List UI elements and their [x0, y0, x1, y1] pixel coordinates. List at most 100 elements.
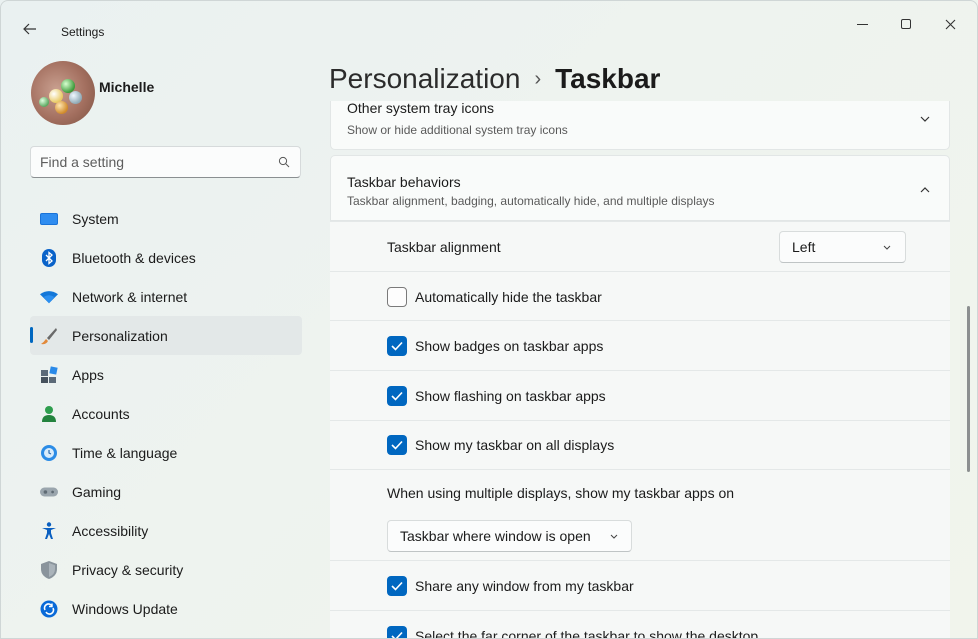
user-name: Michelle: [99, 79, 155, 95]
sidebar-item-network[interactable]: Network & internet: [30, 277, 302, 316]
sidebar-nav: System Bluetooth & devices Network & int…: [30, 199, 302, 628]
breadcrumb-parent[interactable]: Personalization: [329, 63, 520, 95]
sidebar-item-apps[interactable]: Apps: [30, 355, 302, 394]
update-icon: [40, 600, 58, 618]
all-displays-row: Show my taskbar on all displays: [330, 420, 950, 469]
checkmark-icon: [391, 341, 403, 351]
chevron-down-icon[interactable]: [919, 113, 931, 125]
setting-label: Taskbar alignment: [387, 239, 501, 255]
badges-row: Show badges on taskbar apps: [330, 320, 950, 370]
page-title: Taskbar: [555, 63, 661, 94]
section-subtitle: Taskbar alignment, badging, automaticall…: [347, 194, 715, 208]
sidebar-item-privacy[interactable]: Privacy & security: [30, 550, 302, 589]
section-title: Other system tray icons: [347, 101, 495, 116]
taskbar-behaviors-section[interactable]: Taskbar behaviors Taskbar alignment, bad…: [330, 155, 950, 221]
close-icon: [945, 19, 955, 29]
marble-decoration: [39, 97, 49, 107]
chevron-down-icon: [610, 534, 618, 539]
maximize-icon: [901, 19, 911, 29]
minimize-button[interactable]: [844, 11, 880, 37]
far-corner-checkbox[interactable]: [387, 626, 407, 638]
maximize-button[interactable]: [888, 11, 924, 37]
setting-label: When using multiple displays, show my ta…: [387, 485, 735, 501]
sidebar-item-label: Privacy & security: [72, 561, 184, 578]
gamepad-icon: [40, 483, 58, 501]
title-bar: Settings: [1, 1, 977, 49]
breadcrumb: Personalization › Taskbar: [329, 63, 660, 95]
sidebar-item-label: Time & language: [72, 444, 178, 461]
chevron-down-icon: [883, 245, 891, 250]
section-subtitle: Show or hide additional system tray icon…: [347, 123, 568, 137]
search-input[interactable]: [40, 147, 270, 177]
dropdown-value: Taskbar where window is open: [400, 528, 591, 544]
setting-label: Show badges on taskbar apps: [415, 338, 604, 354]
share-window-checkbox[interactable]: [387, 576, 407, 596]
checkmark-icon: [391, 631, 403, 638]
close-button[interactable]: [932, 11, 968, 37]
flashing-checkbox[interactable]: [387, 386, 407, 406]
sidebar-item-accounts[interactable]: Accounts: [30, 394, 302, 433]
setting-label: Show flashing on taskbar apps: [415, 388, 606, 404]
setting-label: Share any window from my taskbar: [415, 578, 634, 594]
shield-icon: [40, 561, 58, 579]
bluetooth-icon: [40, 249, 58, 267]
sidebar-item-system[interactable]: System: [30, 199, 302, 238]
section-title: Taskbar behaviors: [347, 174, 461, 190]
multi-display-row: When using multiple displays, show my ta…: [330, 469, 950, 560]
sidebar-item-gaming[interactable]: Gaming: [30, 472, 302, 511]
dropdown-value: Left: [792, 239, 816, 255]
back-arrow-icon: [23, 23, 36, 35]
setting-label: Show my taskbar on all displays: [415, 437, 615, 453]
sidebar-item-bluetooth[interactable]: Bluetooth & devices: [30, 238, 302, 277]
badges-checkbox[interactable]: [387, 336, 407, 356]
share-window-row: Share any window from my taskbar: [330, 560, 950, 610]
auto-hide-row: Automatically hide the taskbar: [330, 271, 950, 320]
multi-display-dropdown[interactable]: Taskbar where window is open: [387, 520, 632, 552]
sidebar-item-label: Gaming: [72, 483, 122, 500]
sidebar-item-label: Accounts: [72, 405, 130, 422]
checkmark-icon: [391, 581, 403, 591]
scrollbar[interactable]: [967, 306, 970, 472]
sidebar-item-label: Bluetooth & devices: [72, 249, 196, 266]
sidebar-item-personalization[interactable]: Personalization: [30, 316, 302, 355]
settings-window: Settings Michelle Find a setting System …: [0, 0, 978, 639]
sidebar-item-label: Network & internet: [72, 288, 188, 305]
auto-hide-checkbox[interactable]: [387, 287, 407, 307]
app-title: Settings: [61, 25, 105, 39]
wifi-icon: [40, 288, 58, 306]
marble-decoration: [69, 91, 82, 104]
sidebar-item-label: System: [72, 210, 119, 227]
sidebar-item-accessibility[interactable]: Accessibility: [30, 511, 302, 550]
avatar[interactable]: [31, 61, 95, 125]
sidebar-item-windows-update[interactable]: Windows Update: [30, 589, 302, 628]
checkmark-icon: [391, 440, 403, 450]
settings-content: Other system tray icons Show or hide add…: [330, 101, 950, 639]
globe-clock-icon: [40, 444, 58, 462]
sidebar-item-label: Windows Update: [72, 600, 178, 617]
search-icon: [278, 156, 290, 168]
sidebar-item-time-language[interactable]: Time & language: [30, 433, 302, 472]
taskbar-alignment-row: Taskbar alignment Left: [330, 221, 950, 271]
setting-label: Automatically hide the taskbar: [415, 289, 602, 305]
sidebar-item-label: Accessibility: [72, 522, 149, 539]
monitor-icon: [40, 210, 58, 228]
back-button[interactable]: [23, 21, 45, 41]
active-indicator: [30, 327, 33, 343]
taskbar-alignment-dropdown[interactable]: Left: [779, 231, 906, 263]
setting-label: Select the far corner of the taskbar to …: [415, 628, 759, 639]
marble-decoration: [55, 101, 68, 114]
all-displays-checkbox[interactable]: [387, 435, 407, 455]
breadcrumb-separator: ›: [534, 68, 542, 90]
person-icon: [40, 405, 58, 423]
tray-icons-section[interactable]: Other system tray icons Show or hide add…: [330, 101, 950, 150]
minimize-icon: [856, 23, 868, 25]
sidebar-item-label: Apps: [72, 366, 104, 383]
far-corner-row: Select the far corner of the taskbar to …: [330, 610, 950, 639]
accessibility-icon: [40, 522, 58, 540]
flashing-row: Show flashing on taskbar apps: [330, 370, 950, 420]
apps-icon: [40, 366, 58, 384]
sidebar-item-label: Personalization: [72, 327, 168, 344]
search-box[interactable]: [30, 146, 301, 178]
chevron-up-icon[interactable]: [919, 184, 931, 196]
checkmark-icon: [391, 391, 403, 401]
